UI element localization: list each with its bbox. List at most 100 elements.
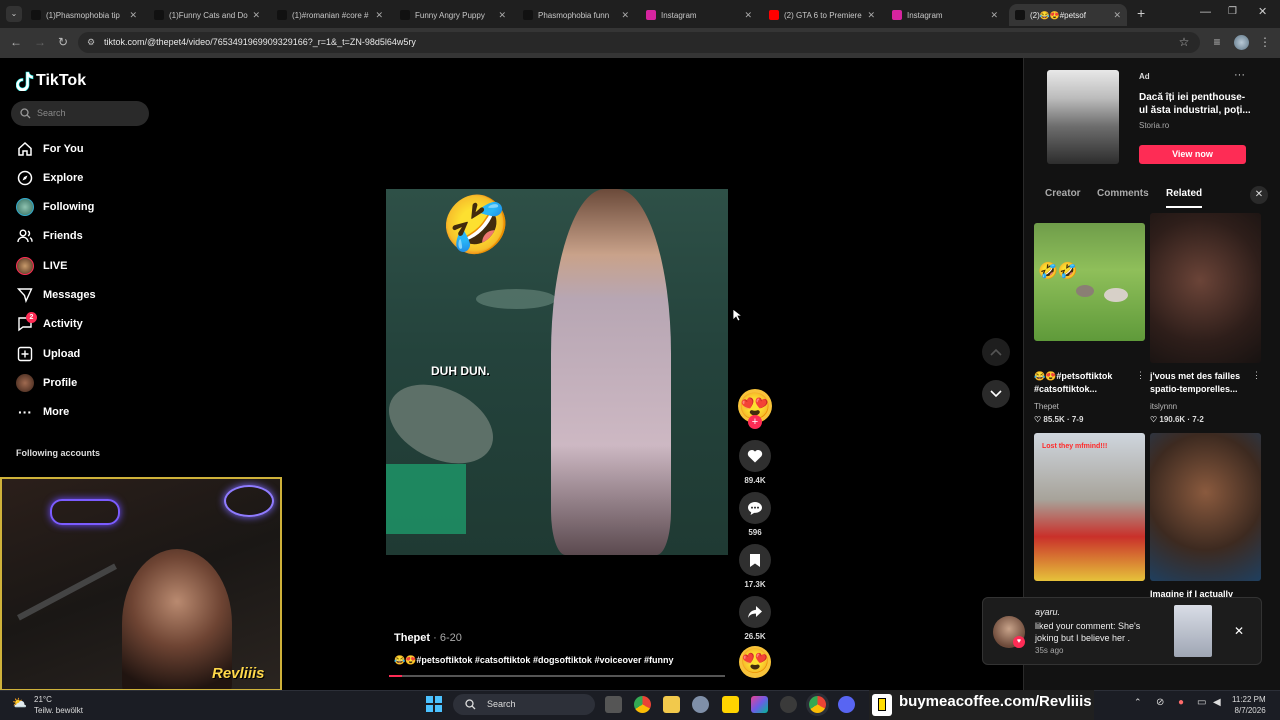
nav-friends[interactable]: Friends [16,225,83,247]
tab-list-dropdown[interactable]: ⌄ [6,6,22,22]
file-explorer-icon[interactable] [663,696,680,713]
tab-creator[interactable]: Creator [1045,188,1081,199]
browser-tab[interactable]: (2) GTA 6 to Premiere ✕ [763,4,881,26]
discord-icon[interactable] [838,696,855,713]
like-button[interactable] [739,440,771,472]
app-icon[interactable] [780,696,797,713]
notification-user[interactable]: ayaru. [1035,607,1060,617]
comment-button[interactable] [739,492,771,524]
browser-tab[interactable]: Phasmophobia funn ✕ [517,4,635,26]
ad-thumbnail[interactable] [1047,70,1119,164]
new-tab-button[interactable]: + [1137,5,1145,21]
mic-icon[interactable]: ● [1178,697,1184,708]
video-author-line[interactable]: Thepet · 6-20 [394,632,462,644]
related-video-thumbnail[interactable]: Lost they mfmind!!! [1034,433,1145,581]
previous-video-button[interactable] [982,338,1010,366]
system-clock[interactable]: 11:22 PM 8/7/2026 [1232,694,1266,716]
music-disc-icon[interactable]: 😍 [739,646,771,678]
browser-tab[interactable]: (1)#romanian #core # ✕ [271,4,389,26]
tab-related[interactable]: Related [1166,188,1202,199]
task-view-icon[interactable] [605,696,622,713]
taskbar-search[interactable]: Search [453,694,595,715]
related-video-thumbnail[interactable] [1150,433,1261,581]
browser-tab[interactable]: Funny Angry Puppy ✕ [394,4,512,26]
site-info-icon[interactable]: ⚙ [87,32,95,53]
address-bar[interactable]: ⚙ tiktok.com/@thepet4/video/765349196990… [78,32,1200,53]
close-window-button[interactable]: ✕ [1258,5,1267,18]
tiktok-logo[interactable]: TikTok [16,71,86,91]
back-icon[interactable]: ← [8,34,24,50]
ad-more-icon[interactable]: ··· [1234,69,1245,81]
weather-icon[interactable]: ⛅ [12,696,27,710]
settings-icon[interactable] [692,696,709,713]
video-progress-bar[interactable] [389,675,725,677]
nav-for-you[interactable]: For You [16,138,84,160]
windows-start-icon[interactable] [426,696,442,712]
nav-activity[interactable]: 2 Activity [16,312,83,335]
network-icon[interactable]: ▭ [1197,697,1206,708]
browser-tab[interactable]: (1)Phasmophobia tip ✕ [25,4,143,26]
forward-icon[interactable]: → [32,34,48,50]
bookmark-star-icon[interactable]: ☆ [1176,34,1192,50]
nav-explore[interactable]: Explore [16,167,83,189]
media-control-icon[interactable]: ≡ [1209,34,1225,50]
tab-close-icon[interactable]: ✕ [621,10,629,21]
chrome-active-icon[interactable] [809,696,826,713]
nav-profile[interactable]: Profile [16,372,77,394]
browser-menu-icon[interactable]: ⋮ [1257,34,1273,50]
slack-icon[interactable] [751,696,768,713]
tab-close-icon[interactable]: ✕ [375,10,383,21]
tab-close-icon[interactable]: ✕ [744,10,752,21]
browser-tab[interactable]: (2)😂😍#petsof ✕ [1009,4,1127,26]
nav-following[interactable]: Following [16,196,94,218]
animal-decor [1104,288,1128,302]
browser-tab[interactable]: Instagram ✕ [640,4,758,26]
video-description[interactable]: 😂😍#petsoftiktok #catsoftiktok #dogsoftik… [394,655,673,666]
follow-plus-icon[interactable]: + [748,415,762,429]
nav-upload[interactable]: Upload [16,343,80,365]
reload-icon[interactable]: ↻ [55,34,71,50]
tiktok-search-input[interactable]: Search [11,101,149,126]
tab-comments[interactable]: Comments [1097,188,1149,199]
author-name[interactable]: Thepet [394,632,430,644]
sticky-notes-icon[interactable] [722,696,739,713]
related-video-title[interactable]: j'vous met des failles spatio-temporelle… [1150,370,1255,396]
related-video-thumbnail[interactable] [1150,213,1261,363]
profile-avatar[interactable] [1234,35,1249,50]
related-video-author[interactable]: itslynnn [1150,402,1177,411]
ad-title[interactable]: Dacă îți iei penthouse-ul ăsta industria… [1139,91,1251,117]
tab-close-icon[interactable]: ✕ [1113,10,1121,21]
related-more-icon[interactable]: ⋮ [1136,370,1145,381]
tray-chevron-icon[interactable]: ⌃ [1134,697,1142,708]
tab-close-icon[interactable]: ✕ [252,10,260,21]
tab-close-icon[interactable]: ✕ [129,10,137,21]
microphone-arm [17,563,117,621]
chrome-icon[interactable] [634,696,651,713]
restore-button[interactable]: ❐ [1228,6,1237,17]
weather-widget[interactable]: 21°C Teilw. bewölkt [34,694,83,716]
notification-thumbnail[interactable] [1174,605,1212,657]
tab-close-icon[interactable]: ✕ [867,10,875,21]
nav-live[interactable]: LIVE [16,255,67,277]
nav-more[interactable]: ··· More [16,401,69,423]
notifier-avatar[interactable]: ♥ [993,616,1025,648]
related-video-author[interactable]: Thepet [1034,402,1059,411]
next-video-button[interactable] [982,380,1010,408]
related-video-thumbnail[interactable]: 🤣🤣 [1034,223,1145,341]
close-notification-icon[interactable]: ✕ [1234,624,1244,638]
tray-icon[interactable]: ⊘ [1156,697,1164,708]
volume-icon[interactable]: ◀ [1213,697,1221,708]
save-button[interactable] [739,544,771,576]
ad-view-now-button[interactable]: View now [1139,145,1246,164]
share-button[interactable] [739,596,771,628]
close-panel-icon[interactable]: ✕ [1250,186,1268,204]
related-video-title[interactable]: 😂😍#petsoftiktok #catsoftiktok... [1034,370,1139,396]
browser-tab[interactable]: Instagram ✕ [886,4,1004,26]
tab-close-icon[interactable]: ✕ [990,10,998,21]
browser-tab[interactable]: (1)Funny Cats and Do ✕ [148,4,266,26]
nav-messages[interactable]: Messages [16,284,96,306]
related-more-icon[interactable]: ⋮ [1252,370,1261,381]
tab-close-icon[interactable]: ✕ [498,10,506,21]
share-count: 26.5K [744,632,766,641]
minimize-button[interactable]: — [1200,6,1211,18]
